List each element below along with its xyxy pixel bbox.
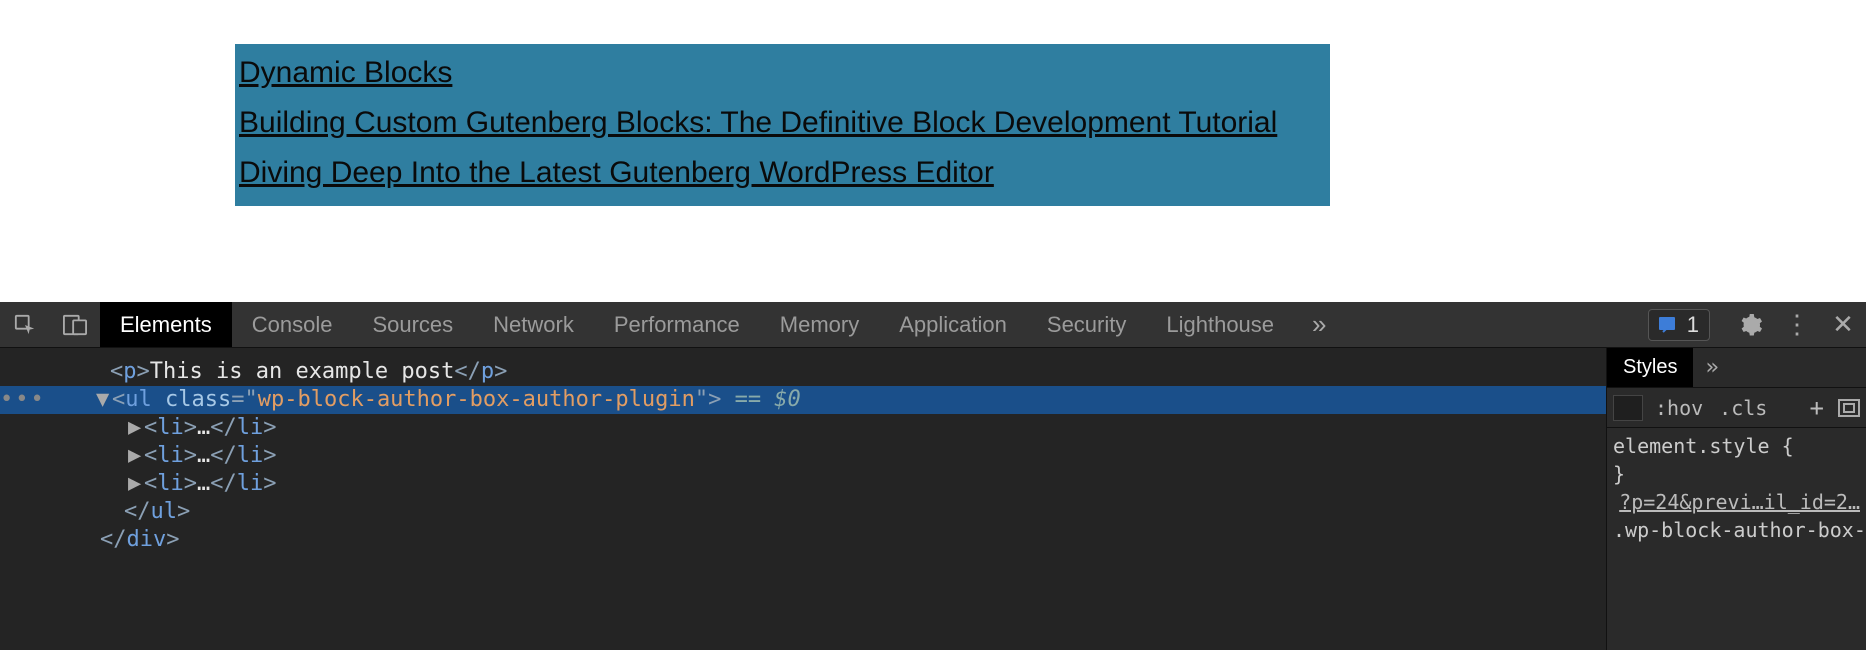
devtools-tabs: Elements Console Sources Network Perform… xyxy=(100,302,1345,347)
styles-toolbar: :hov .cls + xyxy=(1607,388,1866,428)
settings-icon[interactable] xyxy=(1728,313,1774,337)
row-actions-icon[interactable]: ••• xyxy=(0,386,40,414)
highlighted-element-overlay: Dynamic Blocks Building Custom Gutenberg… xyxy=(235,44,1330,206)
rule-selector: .wp-block-author-box- xyxy=(1613,518,1866,542)
devtools-toolbar: Elements Console Sources Network Perform… xyxy=(0,302,1866,348)
devtools-body: <p>This is an example post</p> •••▼<ul c… xyxy=(0,348,1866,650)
computed-panel-icon[interactable] xyxy=(1838,399,1860,417)
tab-lighthouse[interactable]: Lighthouse xyxy=(1146,302,1294,347)
collapse-toggle-icon[interactable]: ▼ xyxy=(96,386,112,414)
selected-node-marker: == $0 xyxy=(721,387,800,412)
rule-selector: element.style { xyxy=(1613,434,1794,458)
devtools-panel: Elements Console Sources Network Perform… xyxy=(0,302,1866,650)
styles-filter-input[interactable] xyxy=(1613,395,1643,421)
tab-performance[interactable]: Performance xyxy=(594,302,760,347)
page-link[interactable]: Dynamic Blocks xyxy=(239,48,452,98)
styles-tabs: Styles » xyxy=(1607,348,1866,388)
issues-count: 1 xyxy=(1687,312,1699,338)
tab-memory[interactable]: Memory xyxy=(760,302,879,347)
tabs-overflow-icon[interactable]: » xyxy=(1294,302,1344,347)
cls-toggle[interactable]: .cls xyxy=(1715,396,1771,420)
issues-button[interactable]: 1 xyxy=(1648,309,1710,341)
dom-row[interactable]: ▶<li>…</li> xyxy=(0,442,1606,470)
kebab-menu-icon[interactable]: ⋮ xyxy=(1774,309,1820,340)
dom-row[interactable]: </ul> xyxy=(0,498,1606,526)
expand-toggle-icon[interactable]: ▶ xyxy=(128,414,144,442)
expand-toggle-icon[interactable]: ▶ xyxy=(128,470,144,498)
dom-row-selected[interactable]: •••▼<ul class="wp-block-author-box-autho… xyxy=(0,386,1606,414)
hov-toggle[interactable]: :hov xyxy=(1651,396,1707,420)
dom-row[interactable]: <p>This is an example post</p> xyxy=(0,358,1606,386)
tab-console[interactable]: Console xyxy=(232,302,353,347)
dom-row[interactable]: ▶<li>…</li> xyxy=(0,470,1606,498)
page-link[interactable]: Diving Deep Into the Latest Gutenberg Wo… xyxy=(239,148,994,198)
inspect-element-icon[interactable] xyxy=(0,302,50,347)
styles-rules[interactable]: element.style { } ?p=24&previ…il_id=2… .… xyxy=(1607,428,1866,650)
tab-application[interactable]: Application xyxy=(879,302,1027,347)
dom-row-truncated xyxy=(0,348,1606,358)
page-viewport: Dynamic Blocks Building Custom Gutenberg… xyxy=(0,0,1866,302)
rule-source-link[interactable]: ?p=24&previ…il_id=2… xyxy=(1613,488,1860,516)
elements-panel[interactable]: <p>This is an example post</p> •••▼<ul c… xyxy=(0,348,1606,650)
new-style-rule-icon[interactable]: + xyxy=(1810,394,1824,422)
tab-sources[interactable]: Sources xyxy=(352,302,473,347)
devtools-toolbar-right: 1 ⋮ ✕ xyxy=(1648,302,1866,347)
rule-brace: } xyxy=(1613,462,1625,486)
styles-panel: Styles » :hov .cls + element.style { } ?… xyxy=(1606,348,1866,650)
dom-attr-value: wp-block-author-box-author-plugin xyxy=(258,387,695,412)
tab-security[interactable]: Security xyxy=(1027,302,1146,347)
device-toolbar-icon[interactable] xyxy=(50,302,100,347)
styles-tab-styles[interactable]: Styles xyxy=(1607,348,1693,387)
tab-network[interactable]: Network xyxy=(473,302,594,347)
close-devtools-icon[interactable]: ✕ xyxy=(1820,309,1866,340)
expand-toggle-icon[interactable]: ▶ xyxy=(128,442,144,470)
dom-text-node: This is an example post xyxy=(150,359,455,384)
dom-row[interactable]: ▶<li>…</li> xyxy=(0,414,1606,442)
dom-row[interactable]: </div> xyxy=(0,526,1606,554)
styles-tabs-overflow-icon[interactable]: » xyxy=(1693,348,1730,387)
page-link[interactable]: Building Custom Gutenberg Blocks: The De… xyxy=(239,98,1277,148)
tab-elements[interactable]: Elements xyxy=(100,302,232,347)
